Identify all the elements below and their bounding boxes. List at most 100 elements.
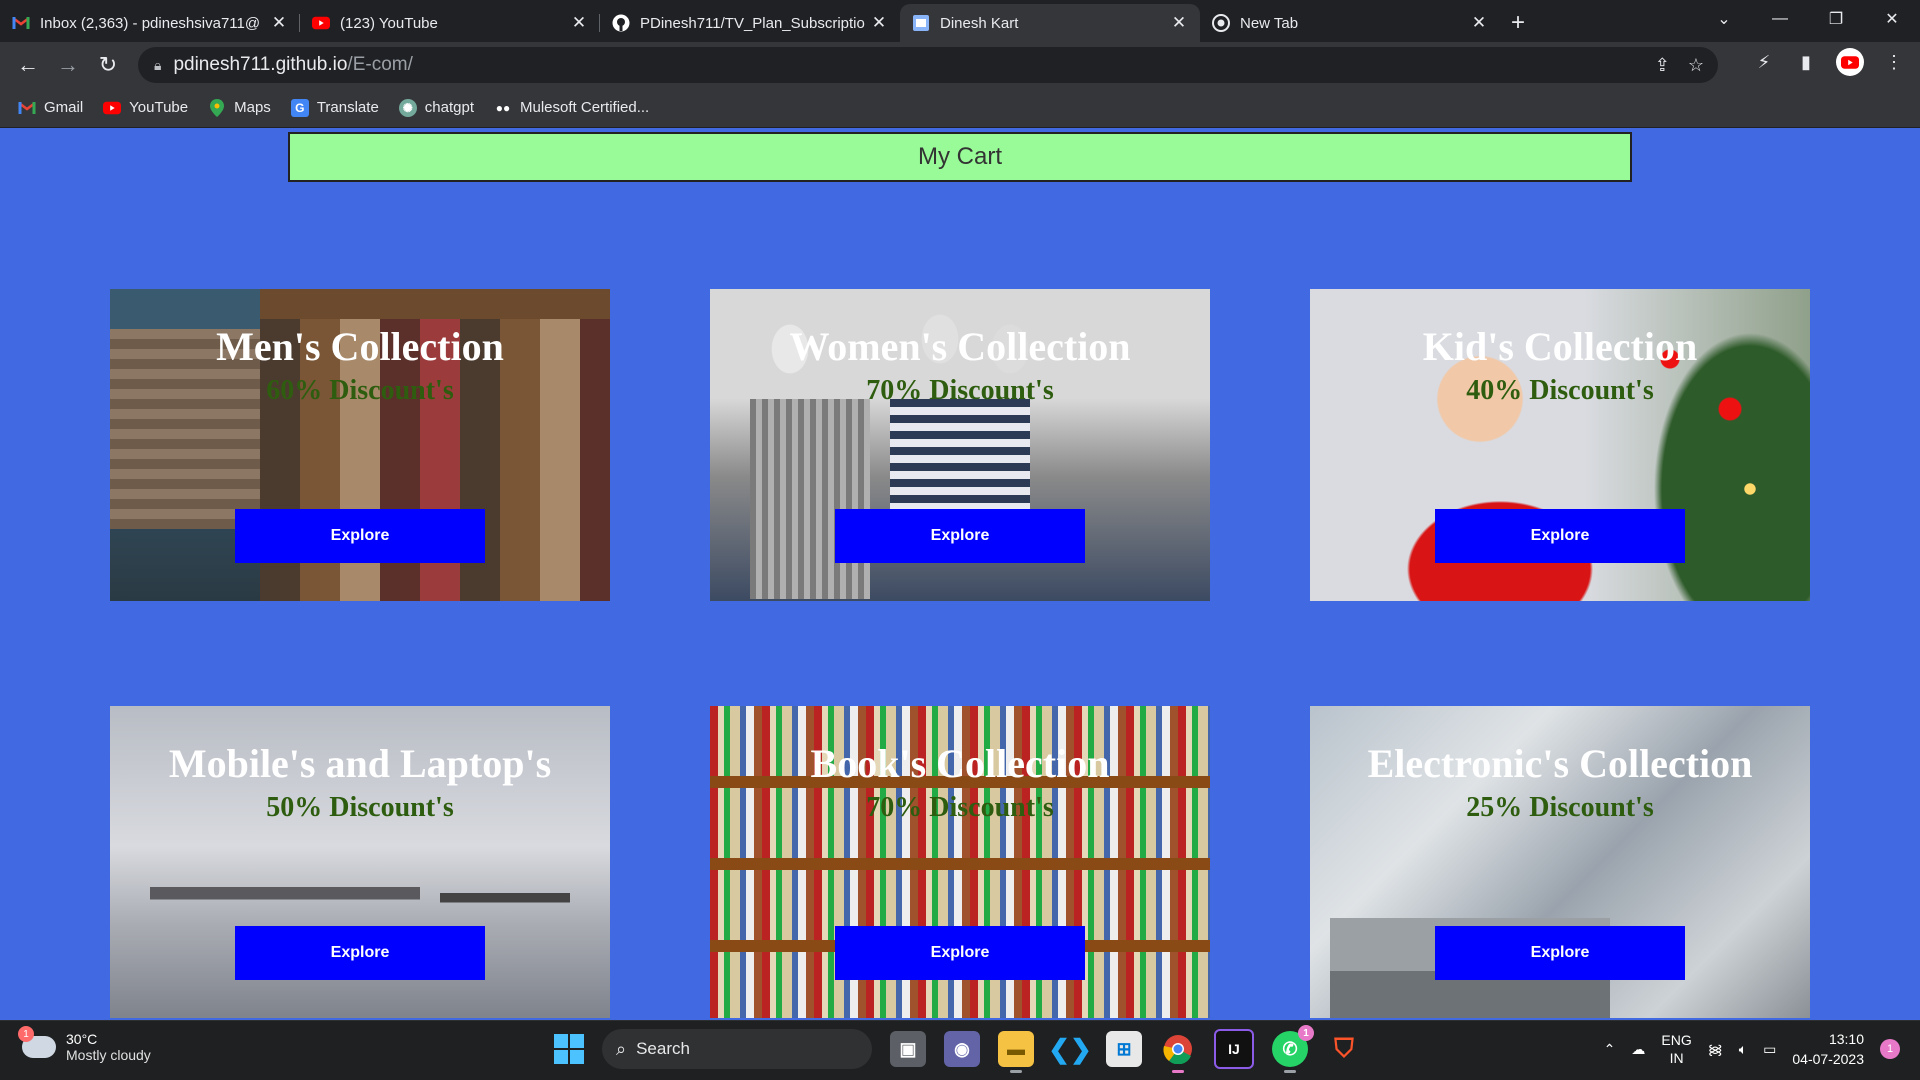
bookmark-label: chatgpt	[424, 99, 475, 116]
cloud-icon: 1	[18, 1026, 56, 1058]
tab-dinesh-kart[interactable]: Dinesh Kart ✕	[900, 4, 1200, 42]
close-icon[interactable]: ✕	[1170, 13, 1188, 33]
translate-icon: G	[290, 98, 309, 117]
close-icon[interactable]: ✕	[270, 13, 288, 33]
card-title: Kid's Collection	[1422, 324, 1698, 369]
task-view-icon[interactable]: ▣	[890, 1031, 926, 1067]
microsoft-store-icon[interactable]: ⊞	[1106, 1031, 1142, 1067]
bookmark-label: Translate	[316, 99, 379, 116]
side-panel-icon[interactable]: ▮	[1794, 50, 1818, 74]
bookmark-mulesoft[interactable]: ●● Mulesoft Certified...	[494, 99, 649, 117]
forward-arrow-icon[interactable]: →	[48, 45, 88, 85]
chrome-icon[interactable]	[1160, 1031, 1196, 1073]
close-window-icon[interactable]: ✕	[1864, 9, 1920, 29]
browser-toolbar: ← → ↻ 🔒︎ pdinesh711.github.io/E-com/ ⇪ ☆…	[0, 42, 1920, 88]
tab-github[interactable]: PDinesh711/TV_Plan_Subscriptio ✕	[600, 4, 900, 42]
my-cart-button[interactable]: My Cart	[288, 132, 1632, 182]
bookmark-gmail[interactable]: Gmail	[18, 99, 83, 117]
url-path: /E-com/	[347, 54, 413, 75]
gmail-icon	[18, 99, 36, 117]
weather-temp: 30°C	[66, 1031, 98, 1047]
profile-avatar-youtube-icon[interactable]	[1836, 48, 1864, 76]
weather-desc: Mostly cloudy	[66, 1047, 151, 1063]
search-label: Search	[636, 1039, 690, 1058]
onedrive-cloud-icon[interactable]: ☁	[1631, 1041, 1645, 1058]
tab-title: (123) YouTube	[340, 14, 438, 32]
date: 04-07-2023	[1792, 1051, 1864, 1067]
whatsapp-icon[interactable]: ✆ 1	[1272, 1025, 1314, 1073]
bookmark-label: Mulesoft Certified...	[520, 99, 650, 116]
address-bar[interactable]: 🔒︎ pdinesh711.github.io/E-com/ ⇪ ☆	[138, 47, 1718, 83]
wifi-icon[interactable]: ᯼	[1708, 1040, 1723, 1059]
taskbar-search[interactable]: ⌕ Search	[602, 1029, 872, 1069]
tab-search-chevron-icon[interactable]: ⌄	[1696, 9, 1752, 29]
card-discount: 60% Discount's	[266, 375, 454, 406]
tab-new-tab[interactable]: New Tab ✕	[1200, 4, 1500, 42]
bookmark-maps[interactable]: Maps	[208, 98, 271, 117]
menu-kebab-icon[interactable]: ⋮	[1882, 50, 1906, 74]
explore-button[interactable]: Explore	[1435, 509, 1685, 563]
card-title: Men's Collection	[216, 324, 504, 369]
collection-card-electronics: Electronic's Collection 25% Discount's E…	[1310, 706, 1810, 1018]
chevron-up-icon[interactable]: ⌃	[1604, 1041, 1616, 1058]
restore-icon[interactable]: ❐	[1808, 9, 1864, 29]
close-icon[interactable]: ✕	[1470, 13, 1488, 33]
back-arrow-icon[interactable]: ←	[8, 45, 48, 85]
card-title: Book's Collection	[810, 741, 1110, 786]
lock-icon[interactable]: 🔒︎	[154, 57, 161, 74]
language-indicator[interactable]: ENG IN	[1661, 1031, 1691, 1067]
brave-icon[interactable]: ⛉	[1326, 1031, 1362, 1067]
extension-icon[interactable]: ⚡︎	[1752, 50, 1776, 74]
whatsapp-badge: 1	[1298, 1025, 1314, 1041]
card-title: Women's Collection	[789, 324, 1131, 369]
reload-icon[interactable]: ↻	[88, 45, 128, 85]
explore-button[interactable]: Explore	[835, 509, 1085, 563]
collection-card-womens: Women's Collection 70% Discount's Explor…	[710, 289, 1210, 601]
explore-button[interactable]: Explore	[235, 926, 485, 980]
card-title: Mobile's and Laptop's	[168, 741, 552, 786]
weather-widget[interactable]: 1 30°C Mostly cloudy	[18, 1026, 151, 1063]
share-icon[interactable]: ⇪	[1655, 55, 1670, 76]
close-icon[interactable]: ✕	[570, 13, 588, 33]
page-icon	[912, 14, 930, 32]
tab-gmail[interactable]: Inbox (2,363) - pdineshsiva711@ ✕	[0, 4, 300, 42]
chatgpt-icon: ✺	[398, 98, 417, 117]
tab-title: Dinesh Kart	[940, 14, 1019, 32]
tab-youtube[interactable]: (123) YouTube ✕	[300, 4, 600, 42]
new-tab-button[interactable]: +	[1500, 4, 1536, 42]
bookmark-star-icon[interactable]: ☆	[1688, 55, 1704, 76]
collection-card-books: Book's Collection 70% Discount's Explore	[710, 706, 1210, 1018]
collection-card-mens: Men's Collection 60% Discount's Explore	[110, 289, 610, 601]
bookmark-chatgpt[interactable]: ✺ chatgpt	[398, 98, 475, 117]
intellij-icon[interactable]: IJ	[1214, 1029, 1254, 1069]
close-icon[interactable]: ✕	[870, 13, 888, 33]
collection-card-mobiles-laptops: Mobile's and Laptop's 50% Discount's Exp…	[110, 706, 610, 1018]
file-explorer-icon[interactable]: ▬	[998, 1031, 1034, 1073]
card-discount: 40% Discount's	[1466, 375, 1654, 406]
bookmark-label: YouTube	[129, 99, 189, 116]
card-discount: 50% Discount's	[266, 792, 454, 823]
notification-badge[interactable]: 1	[1880, 1039, 1900, 1059]
bookmarks-bar: Gmail YouTube Maps G Translate ✺ chatgpt…	[0, 88, 1920, 128]
teams-chat-icon[interactable]: ◉	[944, 1031, 980, 1067]
volume-icon[interactable]: 🔈︎	[1739, 1041, 1747, 1058]
explore-button[interactable]: Explore	[235, 509, 485, 563]
explore-button[interactable]: Explore	[1435, 926, 1685, 980]
battery-icon[interactable]: ▭	[1763, 1041, 1776, 1058]
collection-card-kids: Kid's Collection 40% Discount's Explore	[1310, 289, 1810, 601]
github-icon	[612, 14, 630, 32]
bookmark-youtube[interactable]: YouTube	[103, 99, 188, 117]
bookmark-translate[interactable]: G Translate	[290, 98, 379, 117]
tab-title: New Tab	[1240, 14, 1299, 32]
card-discount: 70% Discount's	[866, 792, 1054, 823]
windows-start-icon[interactable]	[554, 1034, 584, 1064]
youtube-icon	[103, 99, 122, 117]
minimize-icon[interactable]: —	[1752, 10, 1808, 28]
bookmark-label: Gmail	[44, 99, 84, 116]
clock[interactable]: 13:10 04-07-2023	[1792, 1029, 1864, 1069]
vscode-icon[interactable]: ❮❯	[1048, 1031, 1092, 1067]
time: 13:10	[1828, 1031, 1864, 1047]
tab-title: Inbox (2,363) - pdineshsiva711@	[40, 14, 261, 32]
explore-button[interactable]: Explore	[835, 926, 1085, 980]
browser-tab-strip: Inbox (2,363) - pdineshsiva711@ ✕ (123) …	[0, 0, 1920, 42]
